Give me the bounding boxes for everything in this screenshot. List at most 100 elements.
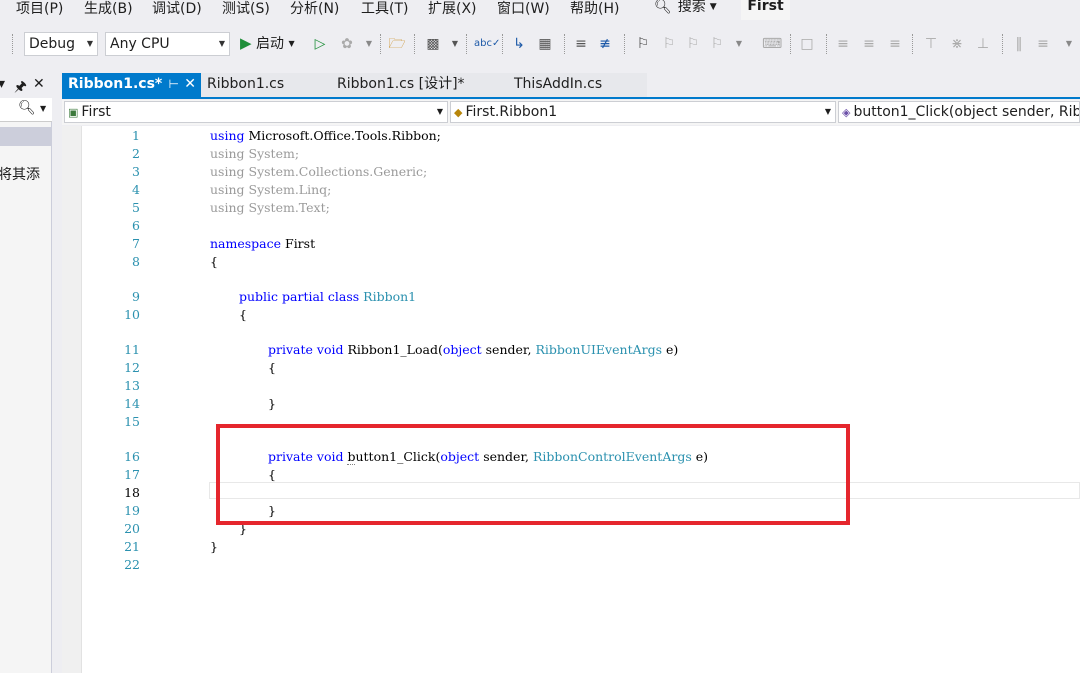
tool-window-search[interactable]: 🔍︎ ▼ — [0, 98, 52, 122]
next-bookmark-icon[interactable]: ⚐ — [684, 34, 702, 54]
close-icon[interactable]: ✕ — [33, 76, 45, 92]
namespace-name: First — [285, 236, 316, 251]
type-dropdown[interactable]: ◆ First.Ribbon1 ▼ — [450, 101, 836, 123]
pin-icon[interactable]: 🖈︎ — [14, 76, 27, 100]
chevron-down-icon[interactable]: ▼ — [1060, 34, 1078, 54]
keyboard-icon[interactable]: ⌨ — [762, 34, 782, 54]
start-without-debugging-icon[interactable]: ▷ — [311, 34, 329, 54]
align-center-icon[interactable]: ≡ — [860, 34, 878, 54]
configuration-value: Debug — [29, 36, 76, 52]
namespace-ref: System; — [248, 146, 300, 161]
toolbar-separator — [380, 34, 381, 54]
search-icon: 🔍︎ — [18, 100, 36, 116]
menu-build[interactable]: 生成(B) — [84, 0, 133, 20]
line-number: 12 — [124, 360, 140, 375]
start-button[interactable]: ▶ 启动 ▼ — [240, 32, 295, 56]
line-number: 3 — [132, 164, 140, 179]
comment-icon[interactable]: ≡ — [572, 34, 590, 54]
project-dropdown[interactable]: ▣ First ▼ — [64, 101, 448, 123]
menu-window[interactable]: 窗口(W) — [497, 0, 550, 20]
bookmark-list-icon[interactable]: ▦ — [536, 34, 554, 54]
close-icon[interactable]: ✕ — [184, 73, 196, 95]
spacing-horizontal-icon[interactable]: ‖ — [1010, 34, 1028, 54]
namespace-ref: System.Collections.Generic; — [248, 164, 428, 179]
code-line: using System; — [210, 146, 299, 161]
menu-tools[interactable]: 工具(T) — [361, 0, 408, 20]
keyword: using — [210, 182, 245, 197]
window-layout-icon[interactable]: ▩ — [424, 34, 442, 54]
member-dropdown[interactable]: ◈ button1_Click(object sender, Ribb — [838, 101, 1080, 123]
align-left-icon[interactable]: ≡ — [834, 34, 852, 54]
line-number: 1 — [132, 128, 140, 143]
tab-ribbon1-designer[interactable]: Ribbon1.cs [设计]* — [331, 73, 501, 97]
chevron-down-icon: ▼ — [709, 2, 717, 12]
step-into-icon[interactable]: ↳ — [510, 34, 528, 54]
toolbar-separator — [624, 34, 625, 54]
line-number: 2 — [132, 146, 140, 161]
search-box[interactable]: 🔍︎ 搜索 ▼ — [654, 0, 717, 20]
bookmark-icon[interactable]: ⚐ — [634, 34, 652, 54]
indicator-margin — [81, 126, 82, 673]
line-number: 17 — [124, 467, 140, 482]
folder-icon[interactable]: 🗁︎ — [388, 34, 406, 54]
tab-ribbon1-cs-modified[interactable]: Ribbon1.cs* ⊢ ✕ — [62, 73, 201, 97]
previous-bookmark-icon[interactable]: ⚐ — [660, 34, 678, 54]
pin-icon[interactable]: ⊢ — [169, 73, 179, 95]
toolbar-separator — [564, 34, 565, 54]
toolbar-separator — [502, 34, 503, 54]
toolbar-separator — [826, 34, 827, 54]
code-line: using Microsoft.Office.Tools.Ribbon; — [210, 128, 441, 143]
align-right-icon[interactable]: ≡ — [886, 34, 904, 54]
chevron-down-icon: ▼ — [288, 39, 295, 48]
namespace-ref: System.Text; — [248, 200, 330, 215]
tab-ribbon1-cs[interactable]: Ribbon1.cs — [201, 73, 331, 97]
brace: { — [268, 360, 276, 375]
document-tab-strip: Ribbon1.cs* ⊢ ✕ Ribbon1.cs Ribbon1.cs [设… — [62, 73, 1080, 97]
menu-test[interactable]: 测试(S) — [222, 0, 270, 20]
menu-debug[interactable]: 调试(D) — [152, 0, 202, 20]
menu-analyze[interactable]: 分析(N) — [290, 0, 339, 20]
line-number: 13 — [124, 378, 140, 393]
hot-reload-icon[interactable]: ✿ — [338, 34, 356, 54]
menu-help[interactable]: 帮助(H) — [570, 0, 619, 20]
keyword: using — [210, 128, 245, 143]
tab-label: Ribbon1.cs — [207, 76, 285, 92]
line-number: 4 — [132, 182, 140, 197]
chevron-down-icon[interactable]: ▼ — [446, 34, 464, 54]
brace: { — [239, 307, 247, 322]
menu-project[interactable]: 项目(P) — [16, 0, 63, 20]
spell-check-icon[interactable]: abc✓ — [474, 34, 500, 54]
menu-bar: 项目(P) 生成(B) 调试(D) 测试(S) 分析(N) 工具(T) 扩展(X… — [0, 0, 1080, 22]
chevron-down-icon[interactable]: ▼ — [360, 34, 378, 54]
line-number: 5 — [132, 200, 140, 215]
align-bottom-icon[interactable]: ⊥ — [974, 34, 992, 54]
code-line: public partial class Ribbon1 — [239, 289, 416, 304]
chevron-down-icon: ▼ — [218, 39, 225, 48]
clear-bookmarks-icon[interactable]: ⚐ — [708, 34, 726, 54]
platform-value: Any CPU — [110, 36, 170, 52]
configuration-dropdown[interactable]: Debug ▼ — [24, 32, 98, 56]
selected-tree-item[interactable] — [0, 127, 52, 146]
align-top-icon[interactable]: ⊤ — [922, 34, 940, 54]
keyword: public partial class — [239, 289, 360, 304]
platform-dropdown[interactable]: Any CPU ▼ — [105, 32, 230, 56]
tab-thisaddin-cs[interactable]: ThisAddIn.cs — [501, 73, 647, 97]
editor-gutter — [62, 126, 82, 673]
spacing-vertical-icon[interactable]: ≡ — [1034, 34, 1052, 54]
code-line: using System.Linq; — [210, 182, 331, 197]
chevron-down-icon[interactable]: ▾ — [0, 76, 5, 92]
namespace-ref: Microsoft.Office.Tools.Ribbon; — [248, 128, 441, 143]
solution-name: First — [741, 0, 790, 20]
keyword: using — [210, 200, 245, 215]
brace: { — [210, 254, 218, 269]
namespace-ref: System.Linq; — [248, 182, 332, 197]
code-line: { — [268, 360, 276, 375]
code-line: } — [268, 396, 276, 411]
chevron-down-icon[interactable]: ▼ — [730, 34, 748, 54]
uncomment-icon[interactable]: ≢ — [596, 34, 614, 54]
align-middle-icon[interactable]: ⋇ — [948, 34, 966, 54]
member-value: button1_Click(object sender, Ribb — [853, 104, 1080, 120]
menu-extensions[interactable]: 扩展(X) — [428, 0, 477, 20]
format-icon[interactable]: □ — [798, 34, 816, 54]
keyword: using — [210, 164, 245, 179]
